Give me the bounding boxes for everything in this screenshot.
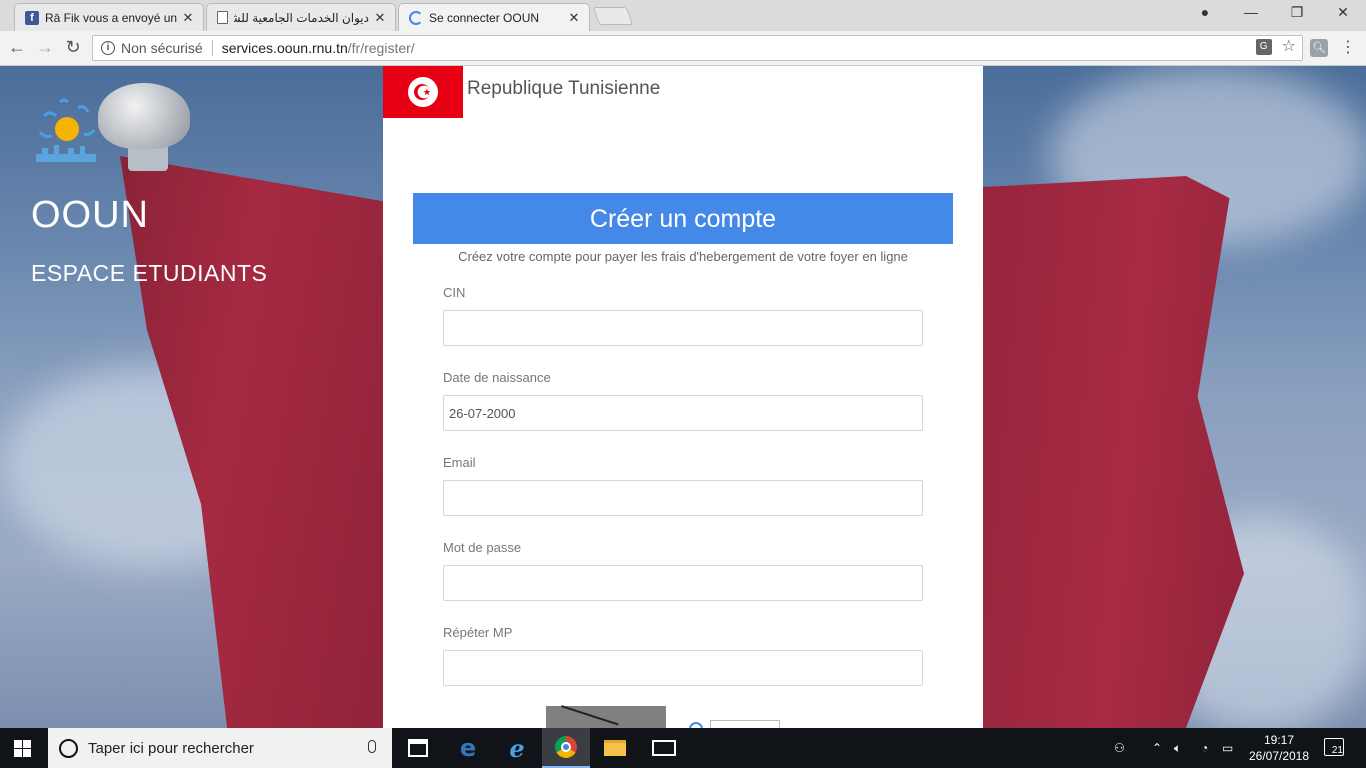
profile-icon[interactable]: ● — [1195, 4, 1215, 20]
chrome-app-icon[interactable] — [542, 728, 590, 768]
clock-date: 26/07/2018 — [1248, 749, 1310, 763]
url-path: /fr/register/ — [347, 40, 415, 56]
taskbar-search-box[interactable]: Taper ici pour rechercher — [48, 728, 392, 768]
flagpole-cap — [98, 83, 190, 149]
new-tab-button[interactable] — [592, 7, 634, 25]
mail-app-icon[interactable] — [640, 728, 688, 768]
translate-icon[interactable]: G — [1255, 39, 1272, 55]
file-explorer-app-icon[interactable] — [591, 728, 639, 768]
window-close-icon[interactable]: ✕ — [1333, 4, 1353, 21]
email-label: Email — [443, 455, 476, 470]
reload-icon[interactable]: ↻ — [62, 37, 84, 57]
taskbar: Taper ici pour rechercher e e ⚇ ⌃ 🔈︎ ◔ ▭… — [0, 728, 1366, 768]
close-icon[interactable]: ✕ — [373, 10, 387, 26]
windows-start-icon[interactable] — [14, 740, 31, 757]
brand-subtitle: ESPACE ETUDIANTS — [31, 260, 268, 286]
minimize-icon[interactable]: — — [1241, 4, 1261, 20]
browser-toolbar: ← → ↻ i Non sécurisé services.ooun.rnu.t… — [0, 31, 1366, 66]
birthdate-field[interactable] — [443, 395, 923, 431]
security-label[interactable]: Non sécurisé — [121, 40, 203, 56]
tab-title: Rā Fik vous a envoyé un m — [45, 10, 177, 25]
info-icon[interactable]: i — [101, 41, 115, 55]
store-app-icon[interactable] — [394, 728, 442, 768]
wifi-icon[interactable]: ◔ — [1201, 728, 1208, 768]
repeat-password-field[interactable] — [443, 650, 923, 686]
close-icon[interactable]: ✕ — [181, 10, 195, 26]
facebook-icon: f — [25, 10, 39, 25]
tab-title: Se connecter OOUN — [429, 10, 540, 25]
taskbar-search-placeholder: Taper ici pour rechercher — [88, 739, 254, 757]
restore-icon[interactable]: ❐ — [1287, 4, 1307, 21]
captcha-field[interactable] — [710, 720, 780, 728]
clock-time: 19:17 — [1263, 733, 1295, 747]
birthdate-label: Date de naissance — [443, 370, 551, 385]
tab-ooun-arabic[interactable]: ديوان الخدمات الجامعية للشمال ✕ — [206, 3, 396, 31]
form-title: Créer un compte — [413, 193, 953, 244]
internet-explorer-app-icon[interactable]: e — [493, 728, 541, 768]
password-label: Mot de passe — [443, 540, 522, 555]
ooun-logo-icon — [36, 98, 96, 162]
keyboard-icon[interactable]: ▭ — [1222, 728, 1233, 768]
form-subtitle: Créez votre compte pour payer les frais … — [458, 249, 908, 264]
extension-search-icon[interactable]: 🔍︎ — [1310, 39, 1328, 57]
action-center-icon[interactable]: 21 — [1324, 738, 1344, 756]
cin-field[interactable] — [443, 310, 923, 346]
password-field[interactable] — [443, 565, 923, 601]
back-icon[interactable]: ← — [6, 37, 28, 57]
email-field[interactable] — [443, 480, 923, 516]
tab-strip: f Rā Fik vous a envoyé un m ✕ ديوان الخد… — [0, 0, 1366, 31]
register-panel: Republique Tunisienne Créer un compte Cr… — [383, 66, 983, 728]
system-clock[interactable]: 19:17 26/07/2018 — [1244, 732, 1314, 764]
tab-se-connecter[interactable]: Se connecter OOUN ✕ — [398, 3, 590, 31]
repeat-password-label: Répéter MP — [443, 625, 513, 640]
url-host: services.ooun.rnu.tn — [221, 40, 348, 56]
captcha-image — [546, 705, 666, 728]
document-icon — [217, 11, 228, 24]
address-bar[interactable]: i Non sécurisé services.ooun.rnu.tn/fr/r… — [92, 35, 1303, 61]
microphone-icon[interactable] — [368, 740, 376, 753]
bookmark-star-icon[interactable]: ☆ — [1282, 39, 1296, 55]
cin-label: CIN — [443, 285, 466, 300]
volume-icon[interactable]: 🔈︎ — [1174, 728, 1181, 768]
close-icon[interactable]: ✕ — [567, 10, 581, 26]
republic-heading: Republique Tunisienne — [467, 78, 661, 99]
notification-count: 21 — [1331, 745, 1343, 756]
edge-app-icon[interactable]: e — [444, 728, 492, 768]
tunisia-flag-icon — [383, 66, 463, 118]
divider — [211, 40, 213, 56]
page-viewport: OOUN ESPACE ETUDIANTS Republique Tunisie… — [0, 66, 1366, 728]
tab-facebook[interactable]: f Rā Fik vous a envoyé un m ✕ — [14, 3, 204, 31]
people-icon[interactable]: ⚇ — [1114, 728, 1125, 768]
show-hidden-icons-icon[interactable]: ⌃ — [1152, 728, 1162, 768]
loading-icon — [409, 10, 423, 25]
browser-menu-icon[interactable]: ⋮ — [1340, 39, 1356, 57]
tab-title: ديوان الخدمات الجامعية للشمال — [234, 10, 369, 25]
cortana-icon — [59, 738, 78, 758]
forward-icon[interactable]: → — [34, 37, 56, 57]
brand-title: OOUN — [31, 194, 149, 236]
